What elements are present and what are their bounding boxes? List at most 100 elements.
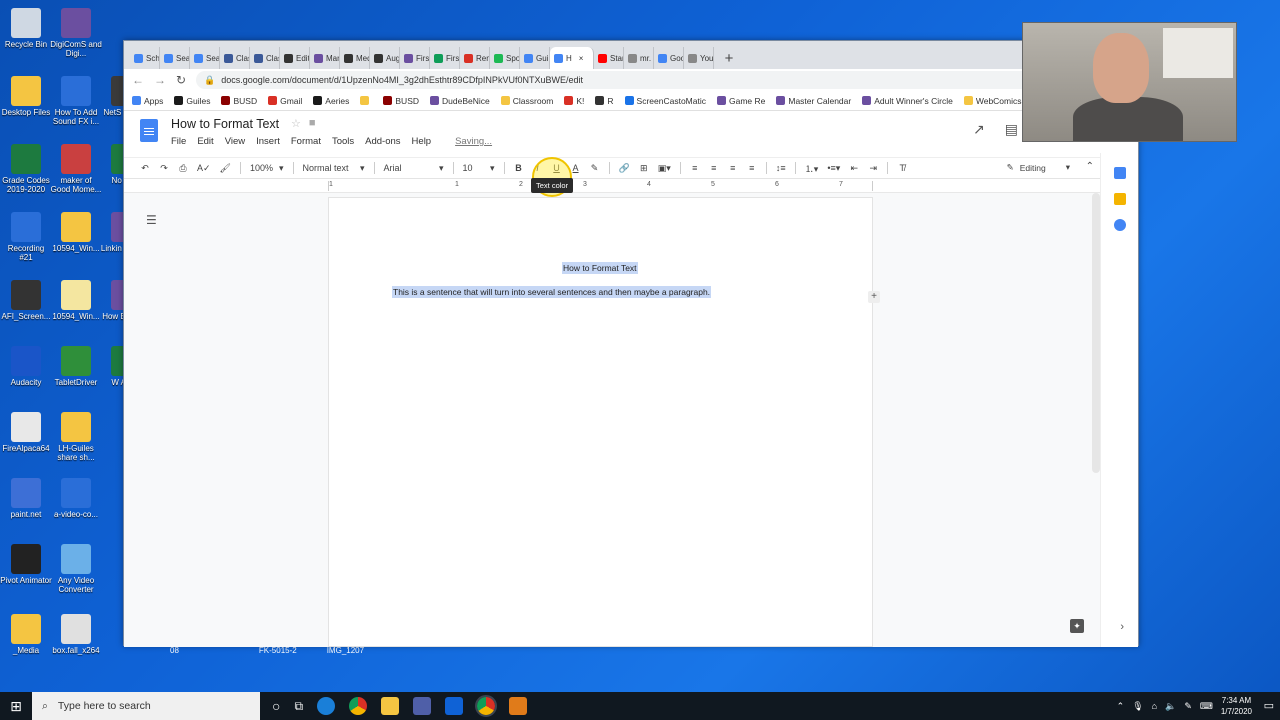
browser-tab[interactable]: Edit <box>280 47 310 69</box>
bookmark-item[interactable]: ScreenCastoMatic <box>624 96 706 106</box>
desktop-icon[interactable]: Desktop Files <box>0 76 52 117</box>
back-icon[interactable]: ← <box>132 73 144 87</box>
line-spacing-icon[interactable]: ↕≡ <box>776 163 786 173</box>
bookmark-item[interactable]: Game Re <box>717 96 765 106</box>
keyboard-icon[interactable]: ⌨ <box>1200 701 1213 712</box>
desktop-icon[interactable]: 10594_Win... <box>50 212 102 253</box>
browser-tab[interactable]: First <box>430 47 460 69</box>
cortana-icon[interactable]: ○ <box>272 698 280 714</box>
desktop-icon[interactable]: box.fall_x264 <box>50 614 102 655</box>
browser-tab[interactable]: Rem <box>460 47 490 69</box>
menu-insert[interactable]: Insert <box>256 136 280 147</box>
comments-icon[interactable]: ▤ <box>1005 121 1018 138</box>
browser-tab[interactable]: Man <box>310 47 340 69</box>
document-outline-icon[interactable]: ☰ <box>146 213 157 227</box>
text-color-button[interactable]: A <box>571 163 581 173</box>
browser-tab[interactable]: Seat <box>190 47 220 69</box>
bulleted-list-icon[interactable]: •≡▾ <box>827 163 840 174</box>
bookmark-item[interactable]: Adult Winner's Circle <box>862 96 953 106</box>
redo-icon[interactable]: ↷ <box>159 163 169 174</box>
desktop-icon[interactable]: paint.net <box>0 478 52 519</box>
clear-formatting-icon[interactable]: T̸ <box>897 163 907 173</box>
add-comment-icon[interactable]: ⊞ <box>639 163 649 174</box>
menu-help[interactable]: Help <box>412 136 432 147</box>
menu-addons[interactable]: Add-ons <box>365 136 400 147</box>
align-center-icon[interactable]: ≡ <box>709 163 719 173</box>
tasks-icon[interactable] <box>1113 219 1126 231</box>
browser-tab[interactable]: Augu <box>370 47 400 69</box>
desktop-icon[interactable]: FireAlpaca64 <box>0 412 52 453</box>
bookmark-item[interactable]: DudeBeNice <box>430 96 490 106</box>
desktop-icon[interactable]: _Media <box>0 614 52 655</box>
browser-tab[interactable]: Clas <box>250 47 280 69</box>
bookmark-item[interactable]: Master Calendar <box>776 96 851 106</box>
browser-tab[interactable]: Spot <box>490 47 520 69</box>
page-body-text[interactable]: This is a sentence that will turn into s… <box>392 286 712 298</box>
insert-image-icon[interactable]: ▣▾ <box>658 163 671 174</box>
taskbar-search-input[interactable]: ⌕ Type here to search <box>32 692 260 720</box>
bookmark-item[interactable]: Classroom <box>500 96 553 106</box>
document-title[interactable]: How to Format Text <box>171 117 279 131</box>
bookmark-item[interactable]: Gmail <box>268 96 302 106</box>
desktop-icon[interactable]: 10594_Win... <box>50 280 102 321</box>
screencast-icon[interactable] <box>509 697 528 715</box>
windows-start-icon[interactable]: ⊞ <box>0 698 32 715</box>
font-size-select[interactable]: 10 ▾ <box>463 163 495 174</box>
desktop-icon[interactable]: DigiComS and Digi... <box>50 8 102 58</box>
browser-tab[interactable]: Goo <box>654 47 684 69</box>
edge-icon[interactable] <box>317 697 336 715</box>
desktop-icon[interactable]: Recording #21 <box>0 212 52 262</box>
increase-indent-icon[interactable]: ⇥ <box>868 163 878 174</box>
star-icon[interactable]: ☆ <box>291 117 301 130</box>
spellcheck-icon[interactable]: A✓ <box>197 163 211 174</box>
docs-logo-icon[interactable] <box>140 119 158 142</box>
browser-tab[interactable]: Clas <box>220 47 250 69</box>
bookmark-item[interactable] <box>360 96 372 105</box>
tablet-driver-icon[interactable] <box>413 697 432 715</box>
explore-icon[interactable]: ✦ <box>1070 619 1084 633</box>
menu-view[interactable]: View <box>225 136 245 147</box>
bold-button[interactable]: B <box>514 163 524 173</box>
folder-icon[interactable]: ■ <box>309 117 316 130</box>
menu-tools[interactable]: Tools <box>332 136 354 147</box>
reload-icon[interactable]: ↻ <box>176 73 186 87</box>
chevron-right-icon[interactable]: › <box>1120 621 1124 633</box>
browser-tab[interactable]: mr. g <box>624 47 654 69</box>
bookmark-item[interactable]: BUSD <box>383 96 419 106</box>
network-icon[interactable]: ⌂ <box>1152 701 1157 711</box>
save-status[interactable]: Saving... <box>455 136 492 147</box>
chrome-icon[interactable] <box>475 695 498 717</box>
desktop-icon[interactable]: AFI_Screen... <box>0 280 52 321</box>
browser-tab[interactable]: H × <box>550 47 594 69</box>
desktop-icon[interactable]: How To Add Sound FX i... <box>50 76 102 126</box>
document-page[interactable]: How to Format Text This is a sentence th… <box>328 197 873 647</box>
browser-tab[interactable]: Guile <box>520 47 550 69</box>
keep-icon[interactable] <box>1113 193 1126 205</box>
clock[interactable]: 7:34 AM 1/7/2020 <box>1221 695 1252 717</box>
task-view-icon[interactable]: ⧉ <box>294 699 303 714</box>
justify-icon[interactable]: ≡ <box>747 163 757 173</box>
bookmark-item[interactable]: BUSD <box>221 96 257 106</box>
editing-mode-select[interactable]: ✎ Editing ▾ <box>1007 162 1070 173</box>
font-select[interactable]: Arial ▾ <box>384 163 444 174</box>
activity-trend-icon[interactable]: ↗ <box>973 121 985 138</box>
browser-tab[interactable]: Star <box>594 47 624 69</box>
desktop-icon[interactable]: Audacity <box>0 346 52 387</box>
desktop-icon[interactable]: Any Video Converter <box>50 544 102 594</box>
highlight-icon[interactable]: ✎ <box>590 163 600 174</box>
calendar-icon[interactable] <box>1113 167 1126 179</box>
menu-format[interactable]: Format <box>291 136 321 147</box>
desktop-icon[interactable]: Recycle Bin <box>0 8 52 49</box>
bookmark-item[interactable]: Aeries <box>313 96 349 106</box>
numbered-list-icon[interactable]: ⒈▾ <box>805 162 819 175</box>
forward-icon[interactable]: → <box>154 73 166 87</box>
zoom-select[interactable]: 100% ▾ <box>250 163 284 174</box>
collapse-menus-icon[interactable]: ⌃ <box>1086 161 1094 172</box>
new-tab-button[interactable]: + <box>718 47 740 69</box>
browser-tab[interactable]: Seat <box>160 47 190 69</box>
add-comment-icon[interactable]: + <box>868 291 880 303</box>
align-right-icon[interactable]: ≡ <box>728 163 738 173</box>
decrease-indent-icon[interactable]: ⇤ <box>849 163 859 174</box>
close-tab-icon[interactable]: × <box>579 54 584 63</box>
desktop-icon[interactable]: a-video-co... <box>50 478 102 519</box>
